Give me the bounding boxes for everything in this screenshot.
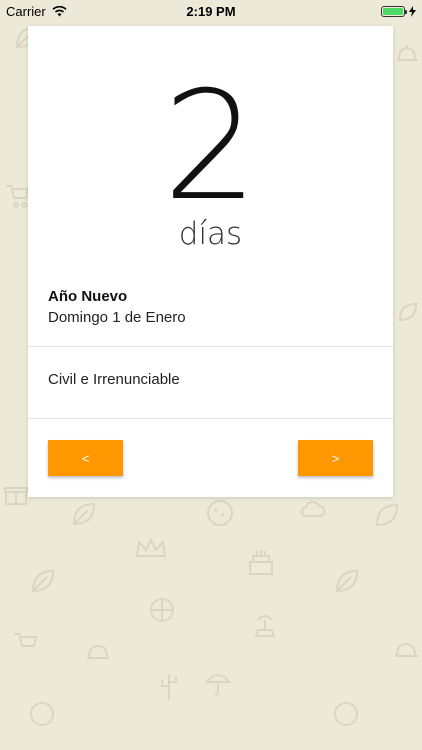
cake-icon	[249, 550, 273, 575]
leaf-icon	[72, 502, 96, 526]
battery-icon	[381, 5, 407, 17]
cloche-icon	[397, 45, 417, 61]
status-left: Carrier	[6, 4, 67, 19]
next-button[interactable]: >	[298, 440, 373, 476]
days-count: 2	[162, 60, 259, 234]
cactus-icon	[161, 674, 177, 700]
carrier-label: Carrier	[6, 3, 46, 19]
cloche-icon	[87, 644, 109, 659]
divider	[28, 346, 393, 347]
holiday-date: Domingo 1 de Enero	[48, 309, 186, 326]
bolt-icon	[409, 5, 416, 17]
status-right	[381, 5, 416, 17]
gift-icon	[4, 487, 28, 505]
battery-level	[383, 7, 403, 15]
stroller-icon	[6, 185, 30, 208]
leaf-icon	[398, 302, 418, 322]
leaf-icon	[335, 569, 359, 593]
umbrella-icon	[204, 674, 232, 696]
crown-icon	[135, 537, 167, 557]
bonsai-icon	[254, 615, 276, 637]
days-label: días	[178, 216, 243, 252]
wifi-icon	[52, 5, 67, 16]
holiday-card: 2 días Año Nuevo Domingo 1 de Enero Civi…	[28, 26, 393, 497]
ball-icon	[30, 702, 54, 726]
holiday-type: Civil e Irrenunciable	[48, 371, 180, 388]
cookie-icon	[207, 500, 233, 526]
cloche-icon	[395, 642, 417, 657]
stroller-icon	[14, 633, 38, 647]
cloud-icon	[300, 501, 326, 517]
status-bar: Carrier 2:19 PM	[0, 0, 422, 22]
ball-icon	[334, 702, 358, 726]
previous-button[interactable]: <	[48, 440, 123, 476]
leaf-icon	[31, 569, 55, 593]
ball-icon	[150, 598, 174, 622]
holiday-name: Año Nuevo	[48, 288, 128, 305]
divider	[28, 418, 393, 419]
leaf-icon	[375, 503, 399, 527]
